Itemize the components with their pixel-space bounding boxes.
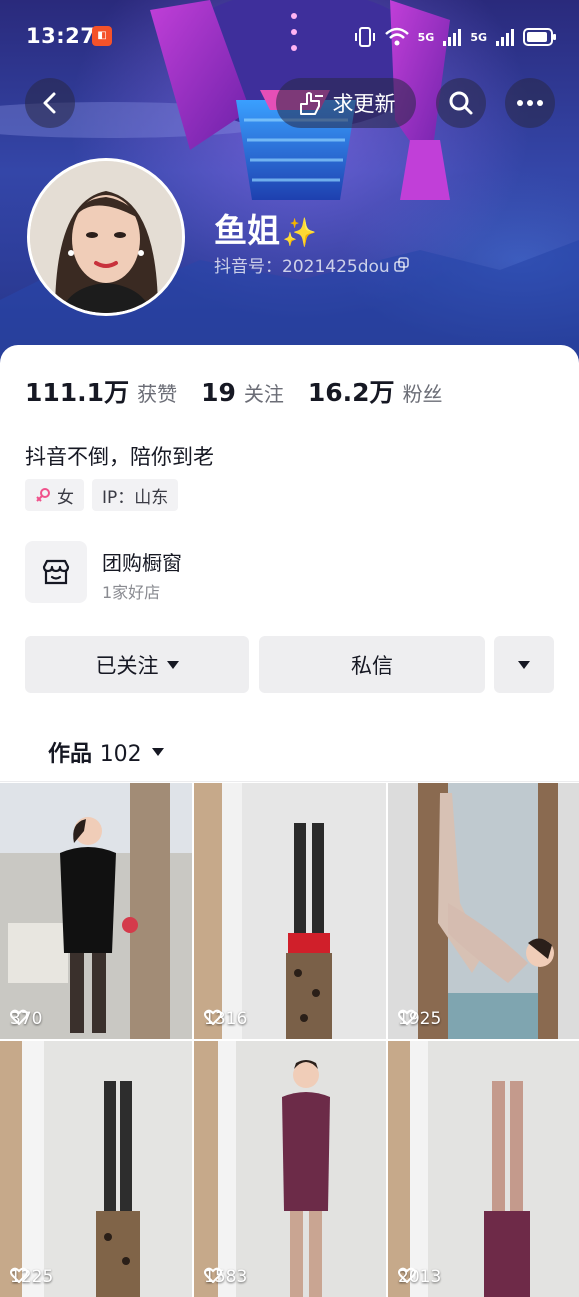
video-likes: 1225 [10, 1267, 53, 1287]
likes-count[interactable]: 111.1万 [25, 373, 129, 409]
heart-icon [398, 1267, 416, 1283]
followers-label[interactable]: 粉丝 [403, 378, 443, 407]
video-cover-image [0, 1041, 192, 1297]
status-bar: 13:27 ◧ 5G 5G [0, 0, 579, 72]
avatar[interactable] [27, 158, 185, 316]
storefront-icon [25, 541, 87, 603]
search-button[interactable] [436, 78, 486, 128]
heart-icon [398, 1009, 416, 1025]
ip-tag: IP：山东 [92, 479, 179, 511]
tab-works[interactable]: 作品 102 [48, 736, 164, 768]
ip-label: IP：山东 [102, 487, 169, 508]
heart-icon [204, 1267, 222, 1283]
video-likes: 370 [10, 1009, 42, 1029]
wifi-icon [384, 27, 409, 46]
nickname-text: 鱼姐 [214, 211, 280, 250]
status-time: 13:27 [26, 24, 96, 48]
heart-icon [10, 1009, 28, 1025]
status-icons: 5G 5G [354, 24, 557, 50]
video-thumbnail[interactable]: 1316 [194, 783, 386, 1039]
video-likes: 2013 [398, 1267, 441, 1287]
likes-label[interactable]: 获赞 [137, 378, 177, 407]
caret-down-icon [166, 660, 179, 669]
gender-label: 女 [57, 487, 74, 508]
app-notification-icon: ◧ [92, 26, 112, 46]
showcase-subtitle: 1家好店 [102, 583, 161, 602]
heart-icon [204, 1009, 222, 1025]
video-likes: 1583 [204, 1267, 247, 1287]
avatar-portrait [30, 161, 182, 313]
video-thumbnail[interactable]: 370 [0, 783, 192, 1039]
gender-tag: 女 [25, 479, 84, 511]
works-label: 作品 [48, 742, 93, 767]
signal-icon-a [443, 29, 462, 46]
video-thumbnail[interactable]: 2013 [388, 1041, 579, 1297]
caret-down-icon [518, 660, 530, 669]
following-count[interactable]: 19 [201, 378, 236, 407]
message-label: 私信 [351, 653, 393, 678]
back-button[interactable] [25, 78, 75, 128]
video-thumbnail[interactable]: 1225 [0, 1041, 192, 1297]
video-likes: 1316 [204, 1009, 247, 1029]
recommend-dropdown-button[interactable] [494, 636, 554, 693]
video-cover-image [194, 1041, 386, 1297]
video-cover-image [388, 783, 579, 1039]
video-cover-image [0, 783, 192, 1039]
vibrate-icon [354, 27, 375, 47]
profile-card: 111.1万 获赞 19 关注 16.2万 粉丝 抖音不倒，陪你到老 女 IP：… [0, 345, 579, 1297]
profile-tags: 女 IP：山东 [25, 479, 179, 511]
works-count: 102 [99, 742, 142, 767]
douyin-id: 抖音号：2021425dou [214, 257, 390, 277]
showcase-title: 团购橱窗 [102, 551, 182, 575]
following-label[interactable]: 关注 [244, 378, 284, 407]
followed-label: 已关注 [95, 653, 159, 678]
heart-icon [10, 1267, 28, 1283]
followers-count[interactable]: 16.2万 [308, 373, 395, 409]
tab-divider [0, 781, 579, 782]
caret-down-icon [151, 748, 164, 756]
profile-cover: 13:27 ◧ 5G 5G 求更新 鱼姐✨ 抖音号：2021425dou [0, 0, 579, 380]
video-cover-image [194, 783, 386, 1039]
followed-button[interactable]: 已关注 [25, 636, 249, 693]
group-buy-showcase[interactable]: 团购橱窗 1家好店 [25, 541, 555, 605]
battery-icon [523, 28, 556, 46]
profile-bio: 抖音不倒，陪你到老 [25, 445, 214, 469]
chevron-left-icon [43, 92, 56, 114]
profile-stats: 111.1万 获赞 19 关注 16.2万 粉丝 [25, 373, 467, 409]
message-button[interactable]: 私信 [259, 636, 485, 693]
video-likes: 1925 [398, 1009, 441, 1029]
video-thumbnail[interactable]: 1925 [388, 783, 579, 1039]
video-cover-image [388, 1041, 579, 1297]
pointing-hand-icon [299, 92, 323, 115]
network-type-a: 5G [417, 30, 435, 44]
video-thumbnail[interactable]: 1583 [194, 1041, 386, 1297]
more-dots-icon [517, 100, 543, 106]
request-update-label: 求更新 [332, 92, 396, 116]
douyin-id-row[interactable]: 抖音号：2021425dou [214, 252, 410, 277]
request-update-button[interactable]: 求更新 [276, 78, 416, 128]
sparkle-icon: ✨ [282, 216, 317, 249]
copy-icon[interactable] [393, 256, 410, 273]
signal-icon-b [496, 29, 514, 46]
more-button[interactable] [505, 78, 555, 128]
network-type-b: 5G [470, 30, 487, 44]
female-icon [36, 488, 50, 502]
profile-nickname: 鱼姐✨ [214, 204, 317, 252]
search-icon [449, 91, 473, 115]
